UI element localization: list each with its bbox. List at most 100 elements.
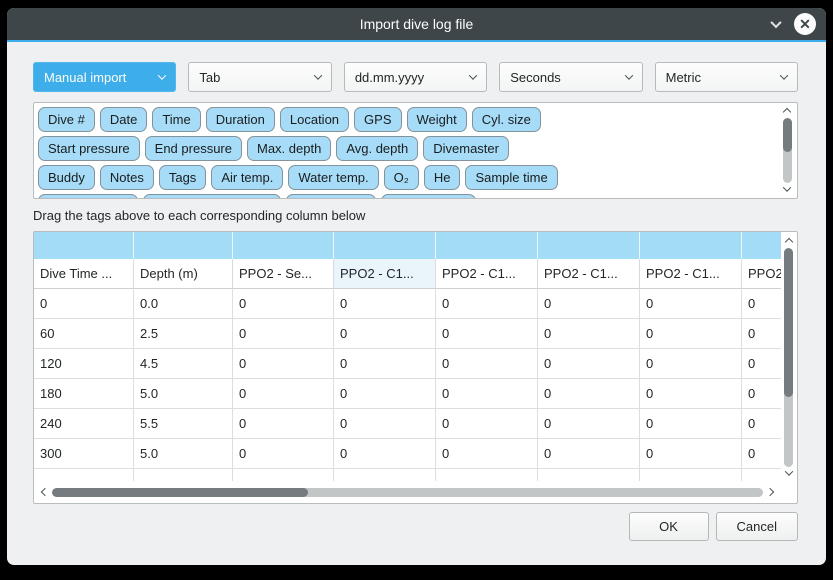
tag-sample-cns[interactable]: Sample CNS — [381, 194, 476, 199]
table-cell — [436, 469, 538, 481]
tag-row: Dive #DateTimeDurationLocationGPSWeightC… — [38, 107, 773, 132]
table-vscroll-thumb[interactable] — [784, 248, 793, 397]
tag-location[interactable]: Location — [280, 107, 349, 132]
chevron-down-icon — [158, 71, 166, 79]
titlebar-menu-chevron-icon[interactable] — [772, 15, 780, 33]
dialog-buttons: OK Cancel — [33, 504, 798, 541]
table-cell — [334, 469, 436, 481]
tags-scrollbar[interactable] — [780, 106, 794, 195]
tag-sample-depth[interactable]: Sample depth — [38, 194, 138, 199]
import-preview-table: Dive Time ...Depth (m)PPO2 - Se...PPO2 -… — [33, 231, 798, 504]
table-cell: 0 — [640, 439, 742, 469]
scroll-left-icon[interactable] — [41, 488, 49, 496]
scroll-down-icon[interactable] — [784, 467, 792, 475]
tag-gps[interactable]: GPS — [354, 107, 401, 132]
column-header-7: PPO2 — [742, 259, 781, 289]
column-drop-target-6[interactable] — [640, 232, 742, 259]
import-dialog-window: Import dive log file ✕ Manual import Tabd… — [7, 8, 826, 565]
tag-sample-po-[interactable]: Sample pO₂ — [286, 194, 376, 199]
table-cell: 0 — [436, 379, 538, 409]
tag-weight[interactable]: Weight — [407, 107, 467, 132]
close-icon[interactable]: ✕ — [794, 13, 816, 35]
column-drop-target-4[interactable] — [436, 232, 538, 259]
table-cell: 5.0 — [134, 439, 233, 469]
table-vertical-scrollbar[interactable] — [782, 236, 795, 479]
column-drop-target-0[interactable] — [34, 232, 134, 259]
table-cell — [34, 469, 134, 481]
dropdown-value: Seconds — [510, 70, 625, 85]
table-cell: 0 — [538, 439, 640, 469]
column-drop-target-5[interactable] — [538, 232, 640, 259]
tag-he[interactable]: He — [424, 165, 461, 190]
table-cell: 240 — [34, 409, 134, 439]
scroll-up-icon[interactable] — [783, 108, 791, 116]
tag-tags[interactable]: Tags — [159, 165, 206, 190]
dropdown-value: Metric — [666, 70, 781, 85]
tag-cyl-size[interactable]: Cyl. size — [472, 107, 541, 132]
table-cell — [742, 469, 781, 481]
column-header-5: PPO2 - C1... — [538, 259, 640, 289]
table-cell: 60 — [34, 319, 134, 349]
table-cell: 0 — [334, 289, 436, 319]
tag-dive-[interactable]: Dive # — [38, 107, 95, 132]
chevron-down-icon — [469, 71, 477, 79]
tag-time[interactable]: Time — [152, 107, 200, 132]
table-cell: 0 — [742, 409, 781, 439]
table-cell: 0 — [538, 319, 640, 349]
table-cell: 0 — [233, 319, 334, 349]
table-cell: 0 — [436, 349, 538, 379]
dropdown-dd-mm-yyyy[interactable]: dd.mm.yyyy — [344, 62, 487, 92]
tag-end-pressure[interactable]: End pressure — [145, 136, 242, 161]
tag-water-temp-[interactable]: Water temp. — [288, 165, 378, 190]
table-cell: 0 — [334, 349, 436, 379]
table-cell — [538, 469, 640, 481]
column-drop-target-7[interactable] — [742, 232, 781, 259]
dropdown-seconds[interactable]: Seconds — [499, 62, 642, 92]
table-cell: 2.5 — [134, 319, 233, 349]
dropdown-manual-import[interactable]: Manual import — [33, 62, 176, 92]
table-cell: 180 — [34, 379, 134, 409]
chevron-down-icon — [624, 71, 632, 79]
tag-sample-time[interactable]: Sample time — [465, 165, 557, 190]
window-title: Import dive log file — [7, 16, 826, 32]
column-drop-target-3[interactable] — [334, 232, 436, 259]
tag-max-depth[interactable]: Max. depth — [247, 136, 331, 161]
tag-avg-depth[interactable]: Avg. depth — [336, 136, 418, 161]
table-cell: 0 — [640, 409, 742, 439]
tag-o-[interactable]: O₂ — [384, 165, 419, 190]
dropdown-tab[interactable]: Tab — [188, 62, 331, 92]
table-horizontal-scrollbar[interactable] — [38, 485, 777, 499]
tag-date[interactable]: Date — [100, 107, 147, 132]
column-drop-target-1[interactable] — [134, 232, 233, 259]
table-cell: 0 — [436, 409, 538, 439]
table-cell: 300 — [34, 439, 134, 469]
tag-start-pressure[interactable]: Start pressure — [38, 136, 140, 161]
tag-buddy[interactable]: Buddy — [38, 165, 95, 190]
scroll-right-icon[interactable] — [766, 488, 774, 496]
dialog-content: Manual importTabdd.mm.yyyySecondsMetric … — [7, 42, 826, 565]
table-cell: 0.0 — [134, 289, 233, 319]
table-cell: 0 — [640, 349, 742, 379]
tag-duration[interactable]: Duration — [206, 107, 275, 132]
tag-sample-temperature[interactable]: Sample temperature — [143, 194, 281, 199]
tag-row: Start pressureEnd pressureMax. depthAvg.… — [38, 136, 773, 161]
table-cell: 0 — [233, 409, 334, 439]
column-drop-target-2[interactable] — [233, 232, 334, 259]
cancel-button[interactable]: Cancel — [716, 512, 798, 541]
dropdown-metric[interactable]: Metric — [655, 62, 798, 92]
ok-button[interactable]: OK — [629, 512, 709, 541]
drag-instruction-text: Drag the tags above to each correspondin… — [33, 208, 798, 223]
table-cell: 0 — [233, 289, 334, 319]
table-hscroll-thumb[interactable] — [52, 488, 308, 497]
column-header-2: PPO2 - Se... — [233, 259, 334, 289]
tag-notes[interactable]: Notes — [100, 165, 154, 190]
tag-row: BuddyNotesTagsAir temp.Water temp.O₂HeSa… — [38, 165, 773, 190]
scroll-up-icon[interactable] — [784, 238, 792, 246]
tags-scrollbar-thumb[interactable] — [783, 118, 792, 152]
scroll-down-icon[interactable] — [783, 183, 791, 191]
table-cell: 0 — [334, 319, 436, 349]
tag-air-temp-[interactable]: Air temp. — [211, 165, 283, 190]
tag-divemaster[interactable]: Divemaster — [423, 136, 509, 161]
titlebar[interactable]: Import dive log file ✕ — [7, 8, 826, 42]
table-cell: 5.0 — [134, 379, 233, 409]
